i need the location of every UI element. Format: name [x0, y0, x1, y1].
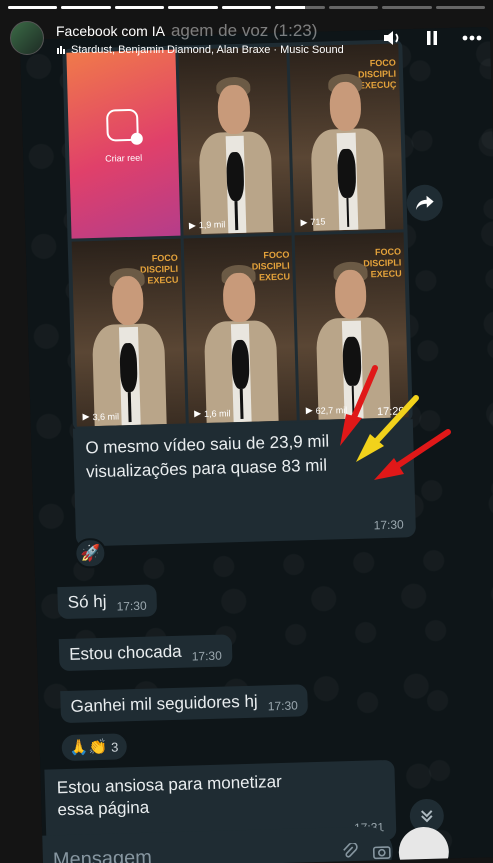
progress-segment	[382, 6, 432, 9]
play-icon: ▶	[194, 408, 202, 419]
reaction-count: 3	[110, 739, 119, 755]
progress-segment	[61, 6, 111, 9]
create-reel-tile: Criar reel	[66, 49, 181, 239]
play-icon: ▶	[82, 411, 90, 422]
views-count: ▶ 62,7 mil	[305, 404, 348, 416]
presenter-figure	[194, 69, 277, 235]
story-actions	[381, 27, 483, 49]
music-bars-icon	[57, 45, 65, 54]
forward-icon	[415, 195, 434, 211]
message-text: Ganhei mil seguidores hj	[70, 691, 258, 716]
message-bubble[interactable]: Só hj 17:30	[57, 584, 157, 620]
reel-thumbnail: FOCO DISCIPLI EXECU ▶ 62,7 mil	[294, 231, 409, 421]
story-header-text: Facebook com IA agem de voz (1:23) Stardu…	[56, 21, 373, 56]
views-count: ▶ 1,6 mil	[194, 407, 231, 419]
play-icon: ▶	[300, 216, 308, 227]
double-chevron-down-icon	[420, 810, 433, 823]
progress-fill	[114, 6, 165, 9]
create-reel-icon	[106, 108, 140, 142]
reel-thumbnail: FOCO DISCIPLI EXECU ▶ 1,6 mil	[183, 234, 298, 424]
volume-button[interactable]	[381, 27, 403, 49]
presenter-figure	[87, 261, 170, 427]
page-title[interactable]: Facebook com IA	[56, 23, 165, 39]
highlight-message[interactable]: O mesmo vídeo saiu de 23,9 mil visualiza…	[72, 419, 417, 547]
camera-icon[interactable]	[370, 840, 393, 863]
music-title: Stardust, Benjamin Diamond, Alan Braxe ·…	[71, 43, 344, 56]
presenter-figure	[305, 66, 388, 232]
progress-segment	[435, 6, 485, 9]
reels-grid: Criar reel ▶ 1,9 mil FOCO DISCIPLI EXECUÇ…	[66, 43, 409, 427]
progress-segment	[114, 6, 165, 9]
presenter-figure	[311, 255, 394, 420]
reel-thumbnail: FOCO DISCIPLI EXECUÇ ▶ 715	[289, 43, 404, 232]
progress-segment	[168, 6, 218, 9]
views-count: ▶ 3,6 mil	[82, 410, 120, 422]
progress-fill	[61, 6, 111, 9]
emoji-reactions: 🙏👏	[69, 738, 108, 757]
message-time: 17:30	[267, 698, 299, 714]
image-message[interactable]: Criar reel ▶ 1,9 mil FOCO DISCIPLI EXECUÇ…	[62, 39, 413, 431]
message-time: 17:29	[376, 405, 405, 419]
progress-fill	[221, 6, 272, 9]
message-text: Só hj	[67, 591, 107, 612]
avatar[interactable]	[10, 21, 44, 55]
story-progress	[8, 6, 485, 9]
progress-segment	[328, 6, 379, 9]
message-bubble[interactable]: Estou chocada 17:30	[58, 634, 233, 672]
progress-segment	[221, 6, 272, 9]
story-header: Facebook com IA agem de voz (1:23) Stardu…	[10, 16, 483, 60]
progress-fill	[275, 6, 305, 9]
progress-fill	[8, 6, 58, 9]
message-input[interactable]: Mensagem	[53, 841, 330, 863]
views-count: ▶ 715	[300, 216, 326, 227]
play-icon: ▶	[188, 219, 196, 230]
pause-button[interactable]	[421, 27, 443, 49]
message-time: 17:30	[116, 598, 147, 614]
progress-segment	[8, 6, 58, 9]
attach-icon[interactable]	[339, 841, 362, 863]
progress-segment	[275, 6, 325, 9]
play-icon: ▶	[305, 404, 313, 416]
presenter-figure	[199, 258, 282, 423]
more-icon	[462, 35, 482, 41]
progress-fill	[168, 6, 218, 9]
message-time: 17:30	[191, 648, 222, 664]
music-info[interactable]: Stardust, Benjamin Diamond, Alan Braxe ·…	[56, 44, 373, 56]
reel-thumbnail: FOCO DISCIPLI EXECU ▶ 3,6 mil	[71, 238, 186, 427]
reel-thumbnail: ▶ 1,9 mil	[177, 46, 292, 236]
views-count: ▶ 1,9 mil	[188, 219, 226, 231]
pause-icon	[427, 31, 437, 45]
volume-icon	[384, 31, 399, 45]
message-time: 17:30	[373, 517, 404, 533]
overlay-text-fragment: agem de voz (1:23)	[170, 20, 318, 40]
message-text: Estou chocada	[68, 641, 182, 664]
chat-screenshot: Criar reel ▶ 1,9 mil FOCO DISCIPLI EXECUÇ…	[20, 26, 493, 863]
story-viewer: Criar reel ▶ 1,9 mil FOCO DISCIPLI EXECUÇ…	[0, 0, 493, 863]
reaction-bar[interactable]: 🙏👏 3	[59, 731, 129, 764]
create-reel-label: Criar reel	[105, 152, 143, 164]
more-button[interactable]	[461, 27, 483, 49]
